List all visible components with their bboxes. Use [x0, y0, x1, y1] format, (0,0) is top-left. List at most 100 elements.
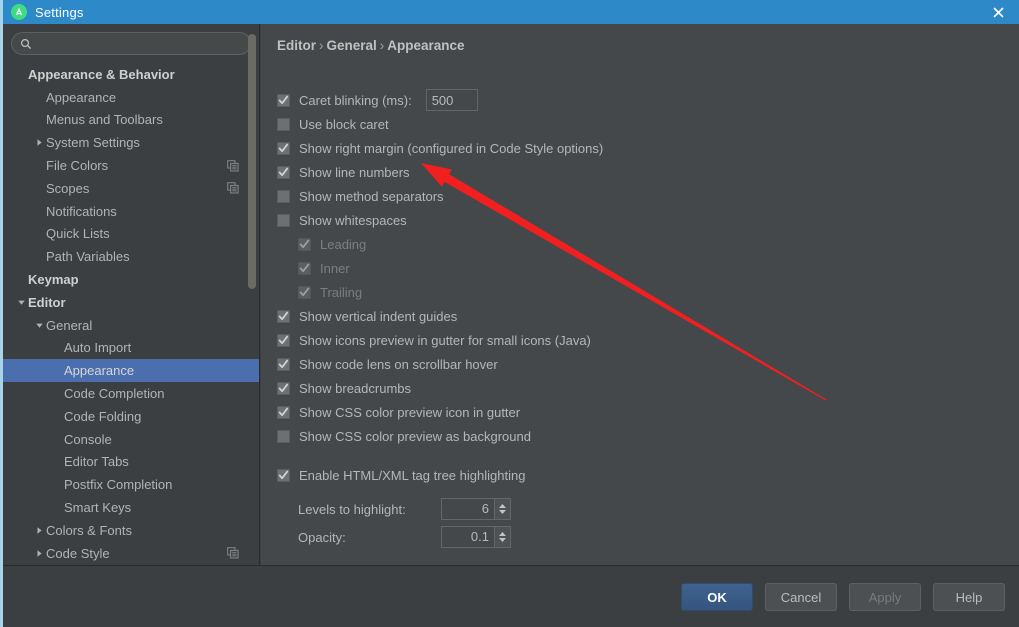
spinner-value[interactable]: 0.1	[442, 527, 494, 547]
checkbox-unchecked[interactable]	[277, 189, 290, 203]
sidebar-item-editor-tabs[interactable]: Editor Tabs	[3, 451, 259, 474]
sidebar-item-label: Colors & Fonts	[46, 522, 132, 538]
settings-tree[interactable]: Appearance & Behavior Appearance Menus and…	[3, 63, 259, 566]
checkbox-checked[interactable]	[277, 309, 290, 323]
breadcrumb-separator: ›	[319, 38, 324, 53]
settings-sidebar: Appearance & Behavior Appearance Menus and…	[3, 24, 260, 566]
option-row[interactable]: Show vertical indent guides	[277, 304, 1009, 328]
checkbox-checked[interactable]	[277, 333, 290, 347]
sidebar-item-code-completion[interactable]: Code Completion	[3, 382, 259, 405]
checkbox-checked[interactable]	[277, 357, 290, 371]
sidebar-item-code-style[interactable]: Code Style	[3, 542, 259, 565]
cancel-button[interactable]: Cancel	[765, 583, 837, 611]
search-container	[3, 24, 259, 61]
option-row[interactable]: Caret blinking (ms):	[277, 88, 1009, 112]
checkbox-checked[interactable]	[277, 468, 290, 482]
copy-icon[interactable]	[227, 547, 239, 559]
ok-button[interactable]: OK	[681, 583, 753, 611]
sidebar-item-label: Menus and Toolbars	[46, 112, 163, 128]
chevron-right-icon[interactable]	[33, 526, 46, 535]
option-row[interactable]: Show breadcrumbs	[277, 376, 1009, 400]
checkbox-unchecked[interactable]	[277, 429, 290, 443]
android-studio-icon	[11, 4, 27, 20]
chevron-down-icon[interactable]	[33, 321, 46, 330]
option-label: Leading	[320, 236, 367, 252]
sidebar-item-smart-keys[interactable]: Smart Keys	[3, 496, 259, 519]
sidebar-item-keymap[interactable]: Keymap	[3, 268, 259, 291]
sidebar-item-label: Editor	[28, 294, 66, 310]
sidebar-item-console[interactable]: Console	[3, 428, 259, 451]
checkbox-checked[interactable]	[277, 93, 290, 107]
chevron-right-icon[interactable]	[33, 138, 46, 147]
search-box[interactable]	[11, 32, 251, 55]
sidebar-item-label: Postfix Completion	[64, 477, 173, 493]
checkbox-checked[interactable]	[277, 141, 290, 155]
enable-html-tag-highlighting-row[interactable]: Enable HTML/XML tag tree highlighting	[277, 463, 1009, 487]
option-label: Show CSS color preview icon in gutter	[299, 404, 521, 420]
chevron-down-icon[interactable]	[15, 298, 28, 307]
checkbox-unchecked[interactable]	[277, 117, 290, 131]
option-row[interactable]: Show line numbers	[277, 160, 1009, 184]
option-label: Show CSS color preview as background	[299, 428, 531, 444]
checkbox-checked[interactable]	[277, 165, 290, 179]
stepper-buttons[interactable]	[494, 527, 510, 547]
sidebar-item-postfix-completion[interactable]: Postfix Completion	[3, 473, 259, 496]
number-stepper[interactable]: 6	[441, 498, 511, 520]
sidebar-item-label: Notifications	[46, 203, 117, 219]
sidebar-item-auto-import[interactable]: Auto Import	[3, 337, 259, 360]
option-label: Show whitespaces	[299, 212, 407, 228]
option-row[interactable]: Show code lens on scrollbar hover	[277, 352, 1009, 376]
chevron-right-icon[interactable]	[33, 549, 46, 558]
sidebar-item-label: Appearance	[64, 363, 135, 379]
number-stepper[interactable]: 0.1	[441, 526, 511, 548]
option-label: Inner	[320, 260, 350, 276]
option-row[interactable]: Show right margin (configured in Code St…	[277, 136, 1009, 160]
sidebar-item-colors-fonts[interactable]: Colors & Fonts	[3, 519, 259, 542]
option-row[interactable]: Show method separators	[277, 184, 1009, 208]
option-label: Show vertical indent guides	[299, 308, 458, 324]
spinner-value[interactable]: 6	[442, 499, 494, 519]
sidebar-item-system-settings[interactable]: System Settings	[3, 131, 259, 154]
option-row[interactable]: Show CSS color preview icon in gutter	[277, 400, 1009, 424]
sidebar-item-menus-and-toolbars[interactable]: Menus and Toolbars	[3, 109, 259, 132]
option-row[interactable]: Show whitespaces	[277, 208, 1009, 232]
sidebar-item-quick-lists[interactable]: Quick Lists	[3, 223, 259, 246]
sidebar-item-code-folding[interactable]: Code Folding	[3, 405, 259, 428]
sidebar-item-appearance-behavior[interactable]: Appearance & Behavior	[3, 63, 259, 86]
sidebar-item-label: System Settings	[46, 135, 140, 151]
sidebar-item-appearance[interactable]: Appearance	[3, 86, 259, 109]
option-row: Trailing	[277, 280, 1009, 304]
checkbox-checked[interactable]	[277, 381, 290, 395]
sidebar-scrollbar[interactable]	[248, 34, 256, 289]
stepper-buttons[interactable]	[494, 499, 510, 519]
copy-icon[interactable]	[227, 182, 239, 194]
sidebar-item-scopes[interactable]: Scopes	[3, 177, 259, 200]
checkbox-checked[interactable]	[277, 405, 290, 419]
option-row[interactable]: Show CSS color preview as background	[277, 424, 1009, 448]
sidebar-item-file-colors[interactable]: File Colors	[3, 154, 259, 177]
sidebar-item-notifications[interactable]: Notifications	[3, 200, 259, 223]
option-row[interactable]: Use block caret	[277, 112, 1009, 136]
spinner-row: Levels to highlight: 6	[277, 495, 1009, 523]
checkbox-checked	[298, 261, 311, 275]
breadcrumb-part: General	[326, 38, 377, 53]
apply-button: Apply	[849, 583, 921, 611]
footer-buttons: OK Cancel Apply Help	[681, 583, 1005, 611]
sidebar-item-appearance[interactable]: Appearance	[3, 359, 259, 383]
checkbox-unchecked[interactable]	[277, 213, 290, 227]
search-input[interactable]	[32, 34, 242, 53]
settings-dialog: Settings Appearance & Behavior Appearance…	[0, 0, 1019, 627]
sidebar-item-general[interactable]: General	[3, 314, 259, 337]
sidebar-item-label: Keymap	[28, 272, 79, 288]
sidebar-item-editor[interactable]: Editor	[3, 291, 259, 314]
help-button[interactable]: Help	[933, 583, 1005, 611]
option-label: Show right margin (configured in Code St…	[299, 140, 604, 156]
window-title: Settings	[35, 4, 84, 20]
option-row[interactable]: Show icons preview in gutter for small i…	[277, 328, 1009, 352]
sidebar-item-label: Scopes	[46, 180, 90, 196]
copy-icon[interactable]	[227, 159, 239, 172]
caret-blinking-field[interactable]	[425, 89, 478, 111]
close-icon[interactable]	[977, 0, 1019, 24]
sidebar-item-path-variables[interactable]: Path Variables	[3, 245, 259, 268]
